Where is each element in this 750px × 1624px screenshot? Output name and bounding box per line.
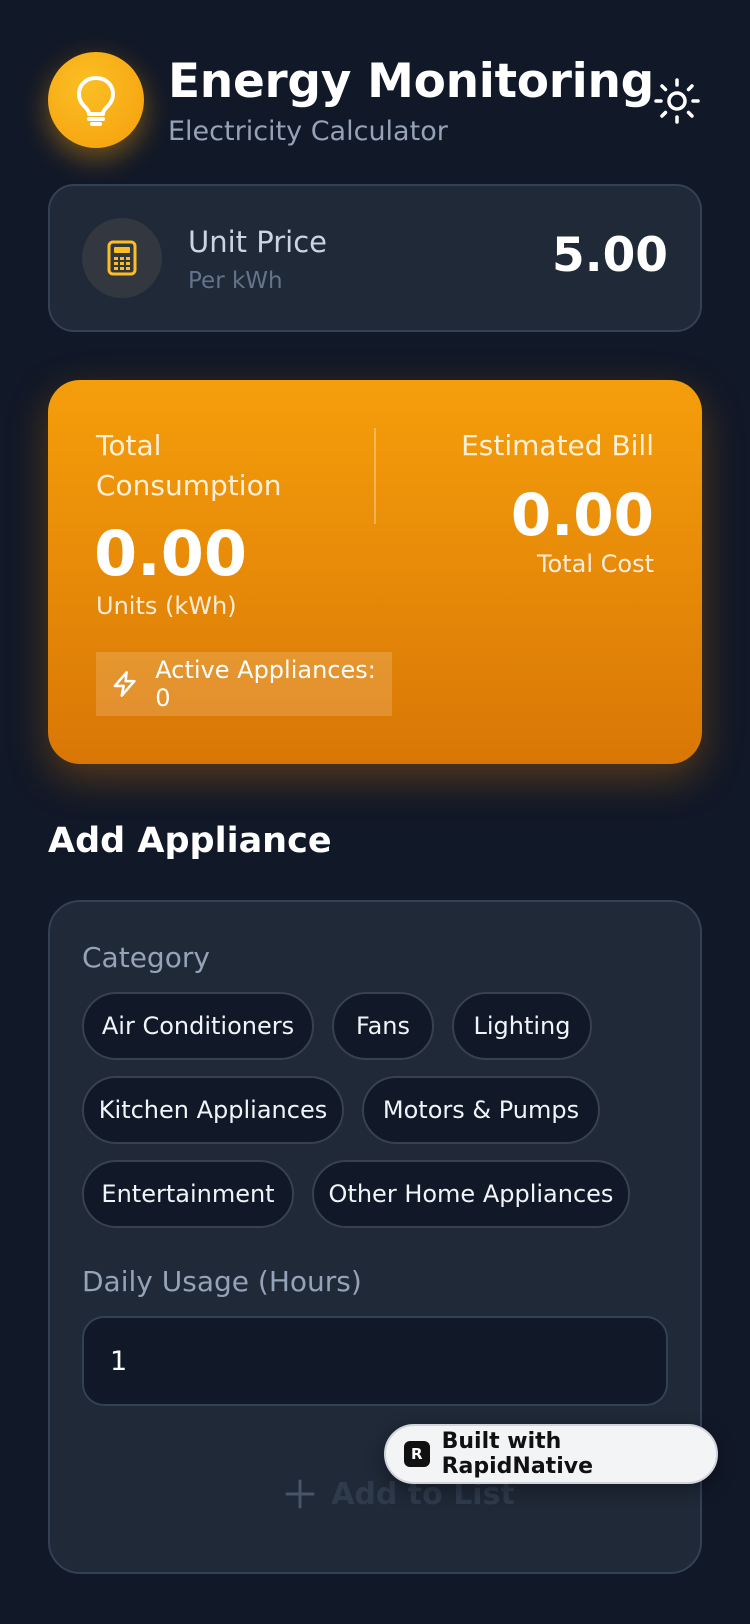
built-with-rapidnative-badge[interactable]: R Built with RapidNative [384,1424,718,1484]
lightbulb-icon [48,52,144,148]
plus-icon [285,1479,315,1509]
active-appliances-badge: Active Appliances: 0 [96,652,392,716]
lightning-icon [113,671,136,697]
unit-price-card[interactable]: Unit Price Per kWh 5.00 [48,184,702,332]
daily-usage-label: Daily Usage (Hours) [82,1265,362,1298]
summary-divider [374,428,376,524]
sun-icon [654,78,700,124]
category-chip-motors-pumps[interactable]: Motors & Pumps [362,1076,600,1144]
category-chip-fans[interactable]: Fans [332,992,434,1060]
active-appliances-label: Active Appliances: 0 [155,656,376,712]
total-cost-label: Total Cost [536,550,654,578]
unit-price-value[interactable]: 5.00 [552,226,668,286]
category-label: Category [82,941,210,974]
app-screen: Energy Monitoring Electricity Calculator [0,0,750,1624]
rapidnative-label: Built with RapidNative [441,1429,593,1479]
total-consumption-label: Total Consumption [96,429,282,502]
category-chip-air-conditioners[interactable]: Air Conditioners [82,992,314,1060]
estimated-bill-label: Estimated Bill [461,429,654,462]
theme-toggle-button[interactable] [652,76,702,126]
category-chip-entertainment[interactable]: Entertainment [82,1160,294,1228]
summary-card: Total Consumption 0.00 Units (kWh) Estim… [48,380,702,764]
total-consumption-value: 0.00 [94,517,247,590]
unit-price-sublabel: Per kWh [188,268,283,294]
category-chip-lighting[interactable]: Lighting [452,992,592,1060]
category-chip-other-home-appliances[interactable]: Other Home Appliances [312,1160,630,1228]
app-title: Energy Monitoring [168,54,654,109]
category-chip-kitchen-appliances[interactable]: Kitchen Appliances [82,1076,344,1144]
unit-price-label: Unit Price [188,225,327,259]
estimated-bill-value: 0.00 [510,481,654,549]
add-appliance-title: Add Appliance [48,821,332,861]
app-subtitle: Electricity Calculator [168,116,448,147]
consumption-unit-label: Units (kWh) [96,592,237,620]
daily-usage-input[interactable] [82,1316,668,1406]
rapidnative-logo-icon: R [404,1441,430,1467]
calculator-icon [82,218,162,298]
